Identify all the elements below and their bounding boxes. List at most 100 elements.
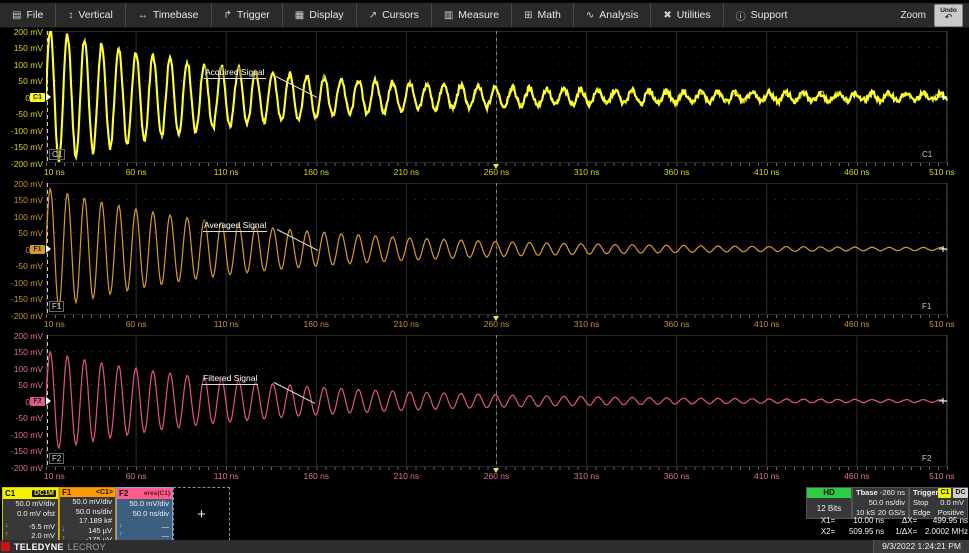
x-tick-label: 10 ns: [44, 319, 65, 329]
y-tick-label: 0 µV: [0, 93, 43, 103]
x-tick-label: 310 ns: [574, 319, 600, 329]
min-arrow-icon: ↓: [119, 522, 123, 531]
x-tick-label: 310 ns: [574, 471, 600, 481]
menu-item-label: Analysis: [599, 9, 638, 21]
timebase-box[interactable]: Tbase-260 ns 50.0 ns/div 10 kS20 GS/s: [852, 487, 909, 519]
y-tick-label: 0 µV: [0, 245, 43, 255]
timebase-icon: ↔: [138, 10, 148, 21]
descriptor-name: F2: [119, 489, 128, 498]
time-per-div: 50.0 ns/div: [60, 507, 115, 517]
menu-item-utilities[interactable]: ✖ Utilities: [650, 3, 722, 27]
zoom-label: Zoom: [900, 10, 926, 21]
menu-item-math[interactable]: ⊞Math: [511, 3, 573, 27]
y-tick-label: 200 mV: [0, 179, 43, 189]
menu-item-analysis[interactable]: ∿ Analysis: [573, 3, 651, 27]
hd-mode-box[interactable]: HD 12 Bits: [806, 487, 852, 519]
trigger-mode: Stop: [913, 498, 928, 508]
min-arrow-icon: ↓: [62, 526, 66, 535]
source-label: <C1>: [96, 489, 113, 496]
trigger-box[interactable]: Trigger C1 DC Stop0.0 mV EdgePositive: [909, 487, 968, 519]
x-tick-label: 210 ns: [394, 167, 420, 177]
x-tick-label: 310 ns: [574, 167, 600, 177]
sweep-count: 17.189 k#: [60, 516, 115, 526]
menu-bar: ▤File↕Vertical↔Timebase↱Trigger▦Display↗…: [0, 3, 969, 28]
oscilloscope-screen: ▤File↕Vertical↔Timebase↱Trigger▦Display↗…: [0, 0, 969, 553]
waveform-plot-c1[interactable]: [46, 31, 948, 163]
menu-item-label: Timebase: [153, 9, 199, 21]
descriptor-box-c1[interactable]: C1 DC1M 50.0 mV/div 0.0 mV ofst ↓-5.5 mV…: [2, 487, 59, 541]
y-tick-label: 50 mV: [0, 228, 43, 238]
trigger-level: 0.0 mV: [940, 498, 964, 508]
undo-button[interactable]: Undo ↶: [934, 4, 963, 27]
grid-label-bl-f2: F2: [49, 453, 64, 464]
signal-callout-f1: Averaged Signal: [203, 220, 267, 232]
datetime-display: 9/3/2022 1:24:21 PM: [873, 540, 969, 553]
display-icon: ▦: [295, 10, 304, 21]
y-tick-label: -100 mV: [0, 430, 43, 440]
zoom-area: Zoom Undo ↶: [900, 3, 969, 27]
x-tick-label: 410 ns: [754, 471, 780, 481]
tbase-title: Tbase: [856, 488, 878, 498]
utilities-icon: ✖: [663, 10, 671, 21]
y-tick-label: 150 mV: [0, 43, 43, 53]
volts-per-div: 50.0 mV/div: [117, 499, 172, 509]
y-tick-label: -150 mV: [0, 446, 43, 456]
inv-dx-value: 2.0002 MHz: [917, 527, 968, 538]
waveform-plot-f2[interactable]: [46, 335, 948, 467]
x-tick-label: 460 ns: [844, 319, 870, 329]
menu-item-vertical[interactable]: ↕Vertical: [55, 3, 124, 27]
menu-item-label: Support: [751, 9, 788, 21]
analysis-icon: ∿: [586, 10, 594, 21]
max-arrow-icon: ↑: [5, 531, 9, 540]
x-tick-label: 410 ns: [754, 167, 780, 177]
file-icon: ▤: [12, 10, 21, 21]
descriptor-box-f2[interactable]: F2 eres(C1) 50.0 mV/div 50.0 ns/div ↓— ↑…: [116, 487, 173, 541]
menu-item-support[interactable]: ⓘSupport: [723, 3, 800, 27]
trigger-source-chip: C1: [938, 488, 951, 498]
menu-item-timebase[interactable]: ↔ Timebase: [125, 3, 211, 27]
menu-item-trigger[interactable]: ↱Trigger: [211, 3, 282, 27]
time-per-div: 50.0 ns/div: [117, 509, 172, 519]
waveform-plot-f1[interactable]: [46, 183, 948, 315]
y-tick-label: 100 mV: [0, 364, 43, 374]
x-tick-label: 210 ns: [394, 471, 420, 481]
menu-item-label: Math: [538, 9, 561, 21]
coupling-chip: DC1M: [32, 490, 56, 497]
undo-arrow-icon: ↶: [945, 13, 953, 22]
trigger-title: Trigger: [913, 488, 938, 498]
menu-item-measure[interactable]: ▥Measure: [431, 3, 511, 27]
add-trace-button[interactable]: +: [173, 487, 230, 541]
dx-label: ΔX=: [884, 516, 917, 527]
y-tick-label: 200 mV: [0, 331, 43, 341]
x1-label: X1=: [806, 516, 835, 527]
brand-lecroy: LECROY: [68, 542, 106, 552]
brand-teledyne: TELEDYNE: [14, 542, 64, 552]
x-tick-label: 110 ns: [214, 471, 239, 481]
x-tick-label: 510 ns: [929, 471, 955, 481]
menu-item-file[interactable]: ▤File: [0, 3, 55, 27]
x-tick-label: 60 ns: [126, 167, 147, 177]
x-tick-label: 110 ns: [214, 167, 239, 177]
x-tick-label: 410 ns: [754, 319, 780, 329]
cursors-icon: ↗: [369, 10, 377, 21]
offset: 0.0 mV ofst: [3, 509, 58, 519]
cursor-readout: X1= 10.00 ns ΔX= 499.95 ns X2= 509.95 ns…: [806, 516, 968, 538]
min-arrow-icon: ↓: [5, 522, 9, 531]
waveform-panel-f2: F2 F2 F2 Filtered Signal 10 ns60 ns110 n…: [0, 335, 969, 483]
descriptor-box-f1[interactable]: F1 <C1> 50.0 mV/div 50.0 ns/div 17.189 k…: [59, 487, 116, 541]
y-tick-label: -100 mV: [0, 126, 43, 136]
x-tick-label: 60 ns: [126, 471, 147, 481]
volts-per-div: 50.0 mV/div: [60, 497, 115, 507]
menu-item-display[interactable]: ▦Display: [282, 3, 356, 27]
y-tick-label: -150 mV: [0, 294, 43, 304]
menu-item-cursors[interactable]: ↗ Cursors: [356, 3, 431, 27]
menu-item-label: Trigger: [237, 9, 270, 21]
menu-item-label: Cursors: [382, 9, 419, 21]
y-tick-label: 50 mV: [0, 380, 43, 390]
vertical-icon: ↕: [68, 10, 73, 21]
x-tick-label: 160 ns: [304, 167, 330, 177]
y-tick-label: -150 mV: [0, 142, 43, 152]
x-axis-f1: 10 ns60 ns110 ns160 ns210 ns260 ns310 ns…: [0, 315, 969, 331]
menu-item-label: Utilities: [677, 9, 711, 21]
grid-label-br-f2: F2: [922, 454, 931, 463]
